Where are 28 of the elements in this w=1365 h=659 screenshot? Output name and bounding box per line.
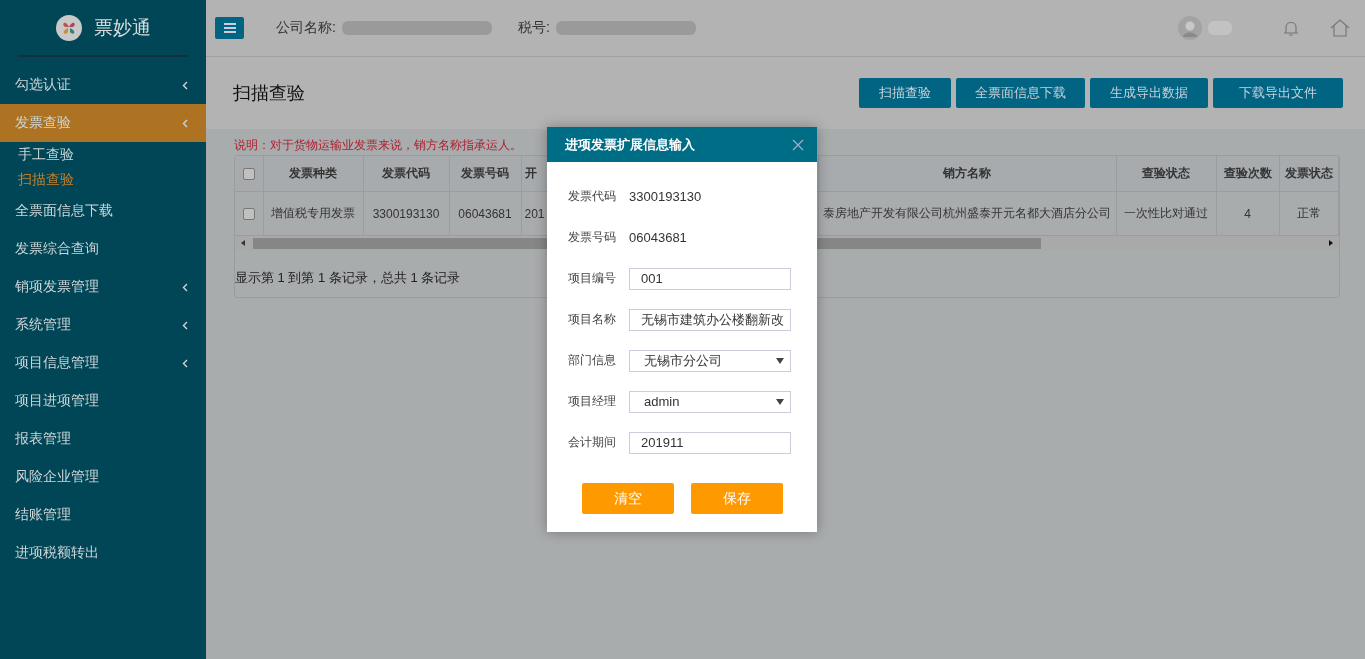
column-header: 查验状态	[1116, 156, 1216, 192]
page-title: 扫描查验	[233, 82, 305, 105]
column-header: 查验次数	[1216, 156, 1279, 192]
column-header: 发票种类	[263, 156, 363, 192]
note-text: 说明：对于货物运输业发票来说，销方名称指承运人。	[234, 137, 522, 154]
field-label: 发票代码	[568, 188, 616, 205]
table-cell: 一次性比对通过	[1116, 191, 1216, 236]
field-label: 项目名称	[568, 311, 616, 328]
table-cell: 泰房地产开发有限公司杭州盛泰开元名都大酒店分公司	[818, 191, 1116, 236]
column-header: 发票号码	[449, 156, 521, 192]
column-header: 发票代码	[363, 156, 449, 192]
table-cell: 3300193130	[363, 191, 449, 236]
column-header: 发票状态	[1279, 156, 1338, 192]
tax-label: 税号:	[517, 19, 550, 37]
table-cell: 增值税专用发票	[263, 191, 363, 236]
field-label: 项目编号	[568, 270, 616, 287]
field-label: 会计期间	[568, 434, 616, 451]
dialog-title: 进项发票扩展信息输入	[565, 135, 695, 154]
app-name: 票妙通	[93, 15, 151, 40]
pagination-info: 显示第 1 到第 1 条记录，总共 1 条记录	[235, 269, 461, 287]
field-label: 部门信息	[568, 352, 616, 369]
field-label: 项目经理	[568, 393, 616, 410]
field-value: 3300193130	[629, 189, 702, 204]
table-cell: 06043681	[449, 191, 521, 236]
column-header: 销方名称	[818, 156, 1116, 192]
table-cell: 4	[1216, 191, 1279, 236]
company-label: 公司名称:	[276, 19, 336, 37]
table-cell: 正常	[1279, 191, 1338, 236]
